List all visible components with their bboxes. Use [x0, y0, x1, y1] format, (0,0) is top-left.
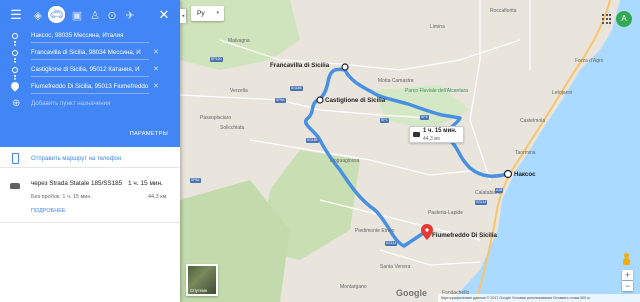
start-dot-icon: [12, 33, 18, 39]
satellite-toggle[interactable]: Спутник: [186, 264, 218, 296]
place-label: Letojanni: [552, 90, 573, 96]
bike-icon[interactable]: ⊙: [105, 5, 119, 25]
remove-stop-icon[interactable]: ✕: [153, 80, 159, 94]
route-stop-3[interactable]: Castiglione di Sicilia, 95012 Катания, И…: [0, 63, 180, 77]
stop-dot-icon: [12, 67, 18, 73]
place-label: Solicchiata: [220, 125, 245, 131]
place-label: Castiglione di Sicilia: [325, 97, 386, 104]
car-icon: [413, 132, 420, 137]
place-label: Fiumefreddo Di Sicilia: [432, 232, 497, 239]
road-shield: SP120: [210, 57, 223, 62]
bubble-time: 1 ч. 15 мин.: [423, 128, 457, 134]
close-icon[interactable]: ✕: [157, 5, 171, 25]
road-shield: SP64: [275, 98, 286, 103]
place-label: Pasteria-Lapide: [428, 210, 464, 216]
remove-stop-icon[interactable]: ✕: [153, 63, 159, 77]
stop-input-1[interactable]: Наксос, 98035 Мессина, Италия: [31, 29, 149, 43]
satellite-label: Спутник: [190, 288, 207, 293]
destination-pin-icon: [9, 80, 21, 92]
map-drawing: [180, 0, 640, 302]
send-to-phone-label: Отправить маршрут на телефон: [31, 156, 122, 162]
directions-header: ☰ ◈ 🚗︎ ▣ ♙ ⊙ ✈ ✕ Наксос, 98035 Мессина, …: [0, 0, 180, 147]
place-label: Castelmola: [520, 118, 546, 124]
stop-input-4[interactable]: Fiumefreddo Di Sicilia, 95013 Fiumefredd…: [31, 80, 149, 94]
road-shield: SS185: [290, 86, 303, 91]
route-stop-4[interactable]: Fiumefreddo Di Sicilia, 95013 Fiumefredd…: [0, 80, 180, 94]
walk-icon[interactable]: ♙: [88, 5, 102, 25]
road-shield: SP4: [420, 115, 429, 120]
remove-stop-icon[interactable]: ✕: [153, 46, 159, 60]
directions-icon[interactable]: ◈: [31, 5, 45, 25]
language-select[interactable]: Ру ▾: [191, 6, 224, 21]
chevron-down-icon: ▾: [216, 10, 219, 16]
car-icon[interactable]: 🚗︎: [48, 6, 65, 23]
route-stop-2[interactable]: Francavilla di Sicilia, 98034 Мессина, И…: [0, 46, 180, 60]
zoom-in-button[interactable]: +: [622, 270, 633, 280]
place-label: Наксос: [514, 171, 536, 178]
place-label: Montargano: [340, 284, 367, 290]
collapse-panel-button[interactable]: ◂: [180, 9, 186, 23]
place-label: Verzella: [230, 88, 248, 94]
language-value: Ру: [197, 10, 205, 17]
zoom-out-button[interactable]: −: [622, 281, 633, 291]
place-label: Francavilla di Sicilia: [270, 62, 330, 69]
place-label: Linguaglossa: [330, 158, 360, 164]
road-shield: SP1: [380, 118, 389, 123]
road-shield: A18: [495, 188, 504, 193]
directions-panel: ☰ ◈ 🚗︎ ▣ ♙ ⊙ ✈ ✕ Наксос, 98035 Мессина, …: [0, 0, 180, 302]
place-label: Roccafiorita: [490, 8, 517, 14]
route-via: через Strada Statale 185/SS185: [31, 180, 123, 187]
flight-icon[interactable]: ✈: [123, 5, 137, 25]
route-time: 1 ч. 15 мин.: [128, 180, 163, 187]
details-link[interactable]: ПОДРОБНЕЕ: [31, 208, 66, 214]
route-stop-1[interactable]: Наксос, 98035 Мессина, Италия: [0, 29, 180, 43]
add-destination-button[interactable]: ⊕ Добавить пункт назначения: [10, 97, 175, 111]
road-shield: SP82: [190, 178, 201, 183]
transit-icon[interactable]: ▣: [70, 5, 84, 25]
route-time-bubble[interactable]: 1 ч. 15 мин. 44,3 км: [409, 126, 464, 143]
map-footer: Картографические данные © 2017 Google Ус…: [438, 294, 640, 302]
place-label: Piedimonte Etneo: [355, 228, 395, 234]
plus-icon: ⊕: [12, 98, 21, 109]
stop-input-3[interactable]: Castiglione di Sicilia, 95012 Катания, И: [31, 63, 149, 77]
options-button[interactable]: ПАРАМЕТРЫ: [130, 131, 168, 137]
place-label: Malvagna: [228, 38, 250, 44]
bubble-distance: 44,3 км: [423, 136, 440, 142]
road-shield: SS185: [306, 138, 319, 143]
menu-icon[interactable]: ☰: [8, 5, 24, 25]
route-option[interactable]: через Strada Statale 185/SS185 1 ч. 15 м…: [0, 175, 180, 223]
park-label: Parco Fluviale dell'Alcantara: [405, 88, 468, 94]
stop-input-2[interactable]: Francavilla di Sicilia, 98034 Мессина, И: [31, 46, 149, 60]
google-logo: Google: [396, 288, 427, 298]
place-label: Limina: [430, 24, 445, 30]
add-destination-label: Добавить пункт назначения: [31, 100, 111, 107]
car-icon: [10, 183, 20, 189]
route-distance: 44,3 км: [148, 194, 167, 200]
road-shield: SS114: [385, 241, 398, 246]
place-label: Forza d'Agrò: [575, 58, 604, 64]
avatar[interactable]: A: [616, 11, 632, 27]
apps-grid-icon[interactable]: [602, 14, 612, 24]
place-label: Santa Venera: [380, 264, 411, 270]
place-label: Taormina: [515, 150, 536, 156]
pegman-icon[interactable]: [621, 253, 633, 266]
stop-dot-icon: [12, 50, 18, 56]
place-label: Motta Camastra: [378, 78, 414, 84]
map-canvas[interactable]: Francavilla di Sicilia Castiglione di Si…: [180, 0, 640, 302]
send-to-phone-button[interactable]: Отправить маршрут на телефон: [0, 150, 180, 168]
phone-icon: [12, 153, 19, 164]
place-label: Passopisciaro: [200, 115, 232, 121]
route-traffic: Без пробок: 1 ч. 15 мин.: [31, 194, 92, 200]
travel-mode-bar: ☰ ◈ 🚗︎ ▣ ♙ ⊙ ✈ ✕: [0, 5, 180, 25]
road-shield: SS114: [475, 200, 488, 205]
